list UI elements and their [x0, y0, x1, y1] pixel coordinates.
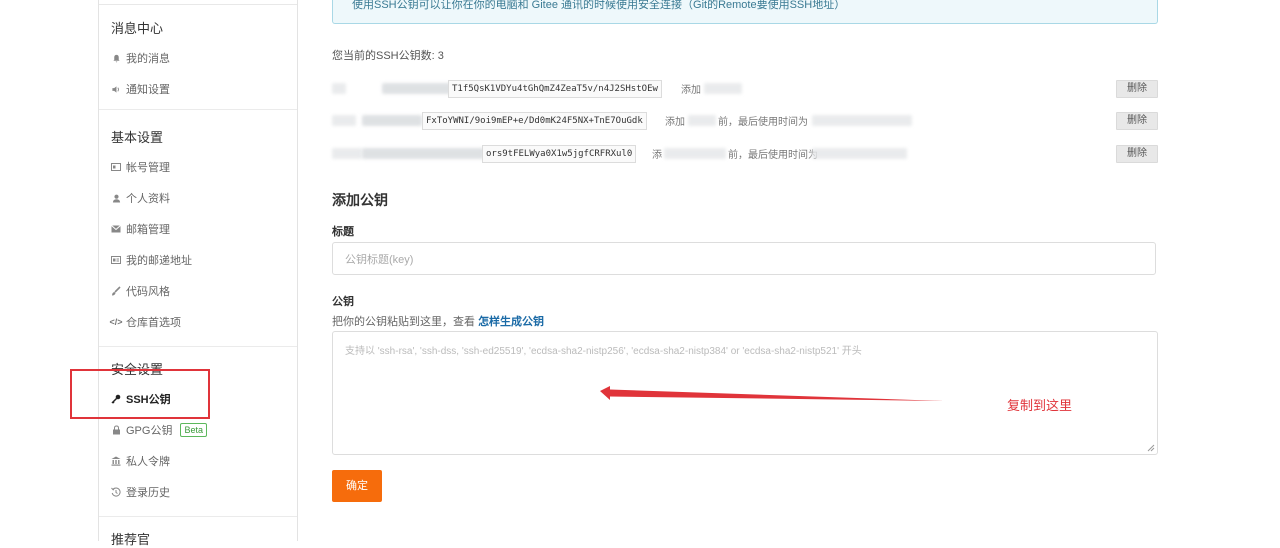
section-divider: [99, 109, 297, 110]
section-title-basic: 基本设置: [111, 130, 164, 145]
sidebar-item-label: 代码风格: [126, 286, 170, 298]
id-card-icon: [111, 162, 121, 172]
sidebar-item-label: 个人资料: [126, 193, 170, 205]
sidebar-item-label: 登录历史: [126, 487, 170, 499]
sidebar-item-code-style[interactable]: 代码风格: [111, 283, 170, 299]
section-divider: [99, 346, 297, 347]
sidebar-item-label: GPG公钥: [126, 425, 173, 437]
section-divider: [99, 516, 297, 517]
beta-badge: Beta: [180, 423, 207, 437]
envelope-icon: [111, 224, 121, 234]
sidebar-item-label: 我的邮递地址: [126, 255, 192, 267]
sidebar-top-border: [99, 0, 297, 5]
sidebar-item-label: 我的消息: [126, 53, 170, 65]
sidebar-item-repo-preferences[interactable]: </> 仓库首选项: [109, 314, 182, 330]
sidebar-item-label: 私人令牌: [126, 456, 170, 468]
annotation-text: 复制到这里: [1007, 398, 1073, 413]
sidebar-item-label: 帐号管理: [126, 162, 170, 174]
sidebar-item-notification-settings[interactable]: 通知设置: [111, 81, 170, 97]
sidebar-item-label: 邮箱管理: [126, 224, 170, 236]
sidebar-item-label: 仓库首选项: [126, 317, 181, 329]
brush-icon: [111, 286, 121, 296]
sidebar-item-label: 通知设置: [126, 84, 170, 96]
history-icon: [111, 487, 121, 497]
user-icon: [111, 193, 121, 203]
section-title-messages: 消息中心: [111, 21, 164, 36]
sidebar-item-email[interactable]: 邮箱管理: [111, 221, 170, 237]
bell-icon: [111, 53, 121, 63]
sidebar-item-private-tokens[interactable]: 私人令牌: [111, 453, 170, 469]
settings-sidebar: 消息中心 我的消息 通知设置 基本设置 帐号管理 个人资料 邮箱管理 我的邮递地…: [98, 0, 298, 547]
sidebar-item-login-history[interactable]: 登录历史: [111, 484, 170, 500]
sidebar-item-my-messages[interactable]: 我的消息: [111, 50, 170, 66]
lock-icon: [111, 425, 121, 435]
code-icon: </>: [109, 317, 123, 327]
sidebar-item-profile[interactable]: 个人资料: [111, 190, 170, 206]
sidebar-item-account[interactable]: 帐号管理: [111, 159, 170, 175]
address-card-icon: [111, 255, 121, 265]
sidebar-item-mailing-address[interactable]: 我的邮递地址: [111, 252, 192, 268]
submit-button[interactable]: 确定: [332, 470, 382, 502]
section-title-recommend: 推荐官: [111, 532, 151, 547]
annotation-arrow: [600, 386, 944, 401]
sidebar-item-gpg-keys[interactable]: GPG公钥 Beta: [111, 422, 207, 438]
volume-icon: [111, 84, 121, 94]
main-content: 使用SSH公钥可以让你在你的电脑和 Gitee 通讯的时候使用安全连接（Git的…: [332, 0, 1158, 541]
bank-icon: [111, 456, 121, 466]
highlight-box-ssh: [70, 369, 210, 419]
